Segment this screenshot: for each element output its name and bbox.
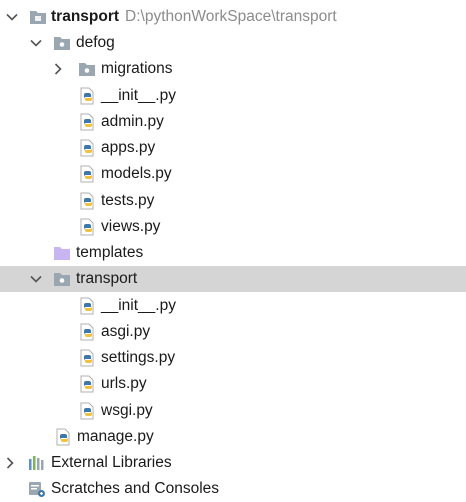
folder-label-defog: defog <box>76 34 115 51</box>
chevron-right-icon[interactable] <box>50 61 66 77</box>
folder-label-templates: templates <box>76 244 144 261</box>
tree-row-file[interactable]: apps.py <box>0 135 466 161</box>
tree-row-file[interactable]: urls.py <box>0 371 466 397</box>
file-label: urls.py <box>101 375 147 392</box>
file-label: __init__.py <box>101 87 176 104</box>
python-file-icon <box>79 297 97 315</box>
python-file-icon <box>79 87 97 105</box>
file-label: apps.py <box>101 139 156 156</box>
chevron-down-icon[interactable] <box>28 35 44 51</box>
python-file-icon <box>79 192 97 210</box>
scratches-label: Scratches and Consoles <box>51 480 220 497</box>
python-file-icon <box>79 402 97 420</box>
folder-label-transport: transport <box>76 270 138 287</box>
tree-row-file[interactable]: admin.py <box>0 109 466 135</box>
tree-row-external-libraries[interactable]: External Libraries <box>0 450 466 476</box>
tree-row-scratches[interactable]: Scratches and Consoles <box>0 476 466 502</box>
python-file-icon <box>79 218 97 236</box>
chevron-down-icon[interactable] <box>28 271 44 287</box>
file-label: views.py <box>101 218 161 235</box>
tree-row-file[interactable]: wsgi.py <box>0 398 466 424</box>
chevron-down-icon[interactable] <box>4 9 20 25</box>
scratches-icon <box>28 480 46 498</box>
file-label: models.py <box>101 165 172 182</box>
python-file-icon <box>79 165 97 183</box>
python-file-icon <box>79 113 97 131</box>
file-label: settings.py <box>101 349 176 366</box>
tree-row-defog[interactable]: defog <box>0 30 466 56</box>
python-file-icon <box>79 139 97 157</box>
package-folder-icon <box>53 34 71 52</box>
root-folder-name: transport D:\pythonWorkSpace\transport <box>51 8 337 26</box>
file-label: asgi.py <box>101 323 151 340</box>
tree-row-root[interactable]: transport D:\pythonWorkSpace\transport <box>0 4 466 30</box>
templates-folder-icon <box>53 244 71 262</box>
tree-row-file[interactable]: tests.py <box>0 188 466 214</box>
file-label: wsgi.py <box>101 402 153 419</box>
project-tree: transport D:\pythonWorkSpace\transport de… <box>0 0 466 501</box>
chevron-right-icon[interactable] <box>2 455 18 471</box>
tree-row-file[interactable]: __init__.py <box>0 293 466 319</box>
tree-row-manage[interactable]: manage.py <box>0 424 466 450</box>
tree-row-file[interactable]: __init__.py <box>0 83 466 109</box>
external-libraries-label: External Libraries <box>51 454 172 471</box>
root-path: D:\pythonWorkSpace\transport <box>125 8 337 25</box>
package-folder-icon <box>78 60 96 78</box>
python-file-icon <box>55 428 73 446</box>
library-icon <box>28 454 46 472</box>
package-folder-icon <box>53 270 71 288</box>
folder-label-migrations: migrations <box>101 60 173 77</box>
tree-row-file[interactable]: models.py <box>0 161 466 187</box>
python-file-icon <box>79 349 97 367</box>
file-label: admin.py <box>101 113 164 130</box>
file-label-manage: manage.py <box>77 428 154 445</box>
python-file-icon <box>79 375 97 393</box>
file-label: tests.py <box>101 192 155 209</box>
tree-row-file[interactable]: settings.py <box>0 345 466 371</box>
tree-row-transport-package[interactable]: transport <box>0 266 466 292</box>
root-name: transport <box>51 8 120 25</box>
tree-row-migrations[interactable]: migrations <box>0 56 466 82</box>
file-label: __init__.py <box>101 297 176 314</box>
tree-row-file[interactable]: asgi.py <box>0 319 466 345</box>
python-file-icon <box>79 323 97 341</box>
tree-row-file[interactable]: views.py <box>0 214 466 240</box>
folder-icon <box>29 8 47 26</box>
tree-row-templates[interactable]: templates <box>0 240 466 266</box>
